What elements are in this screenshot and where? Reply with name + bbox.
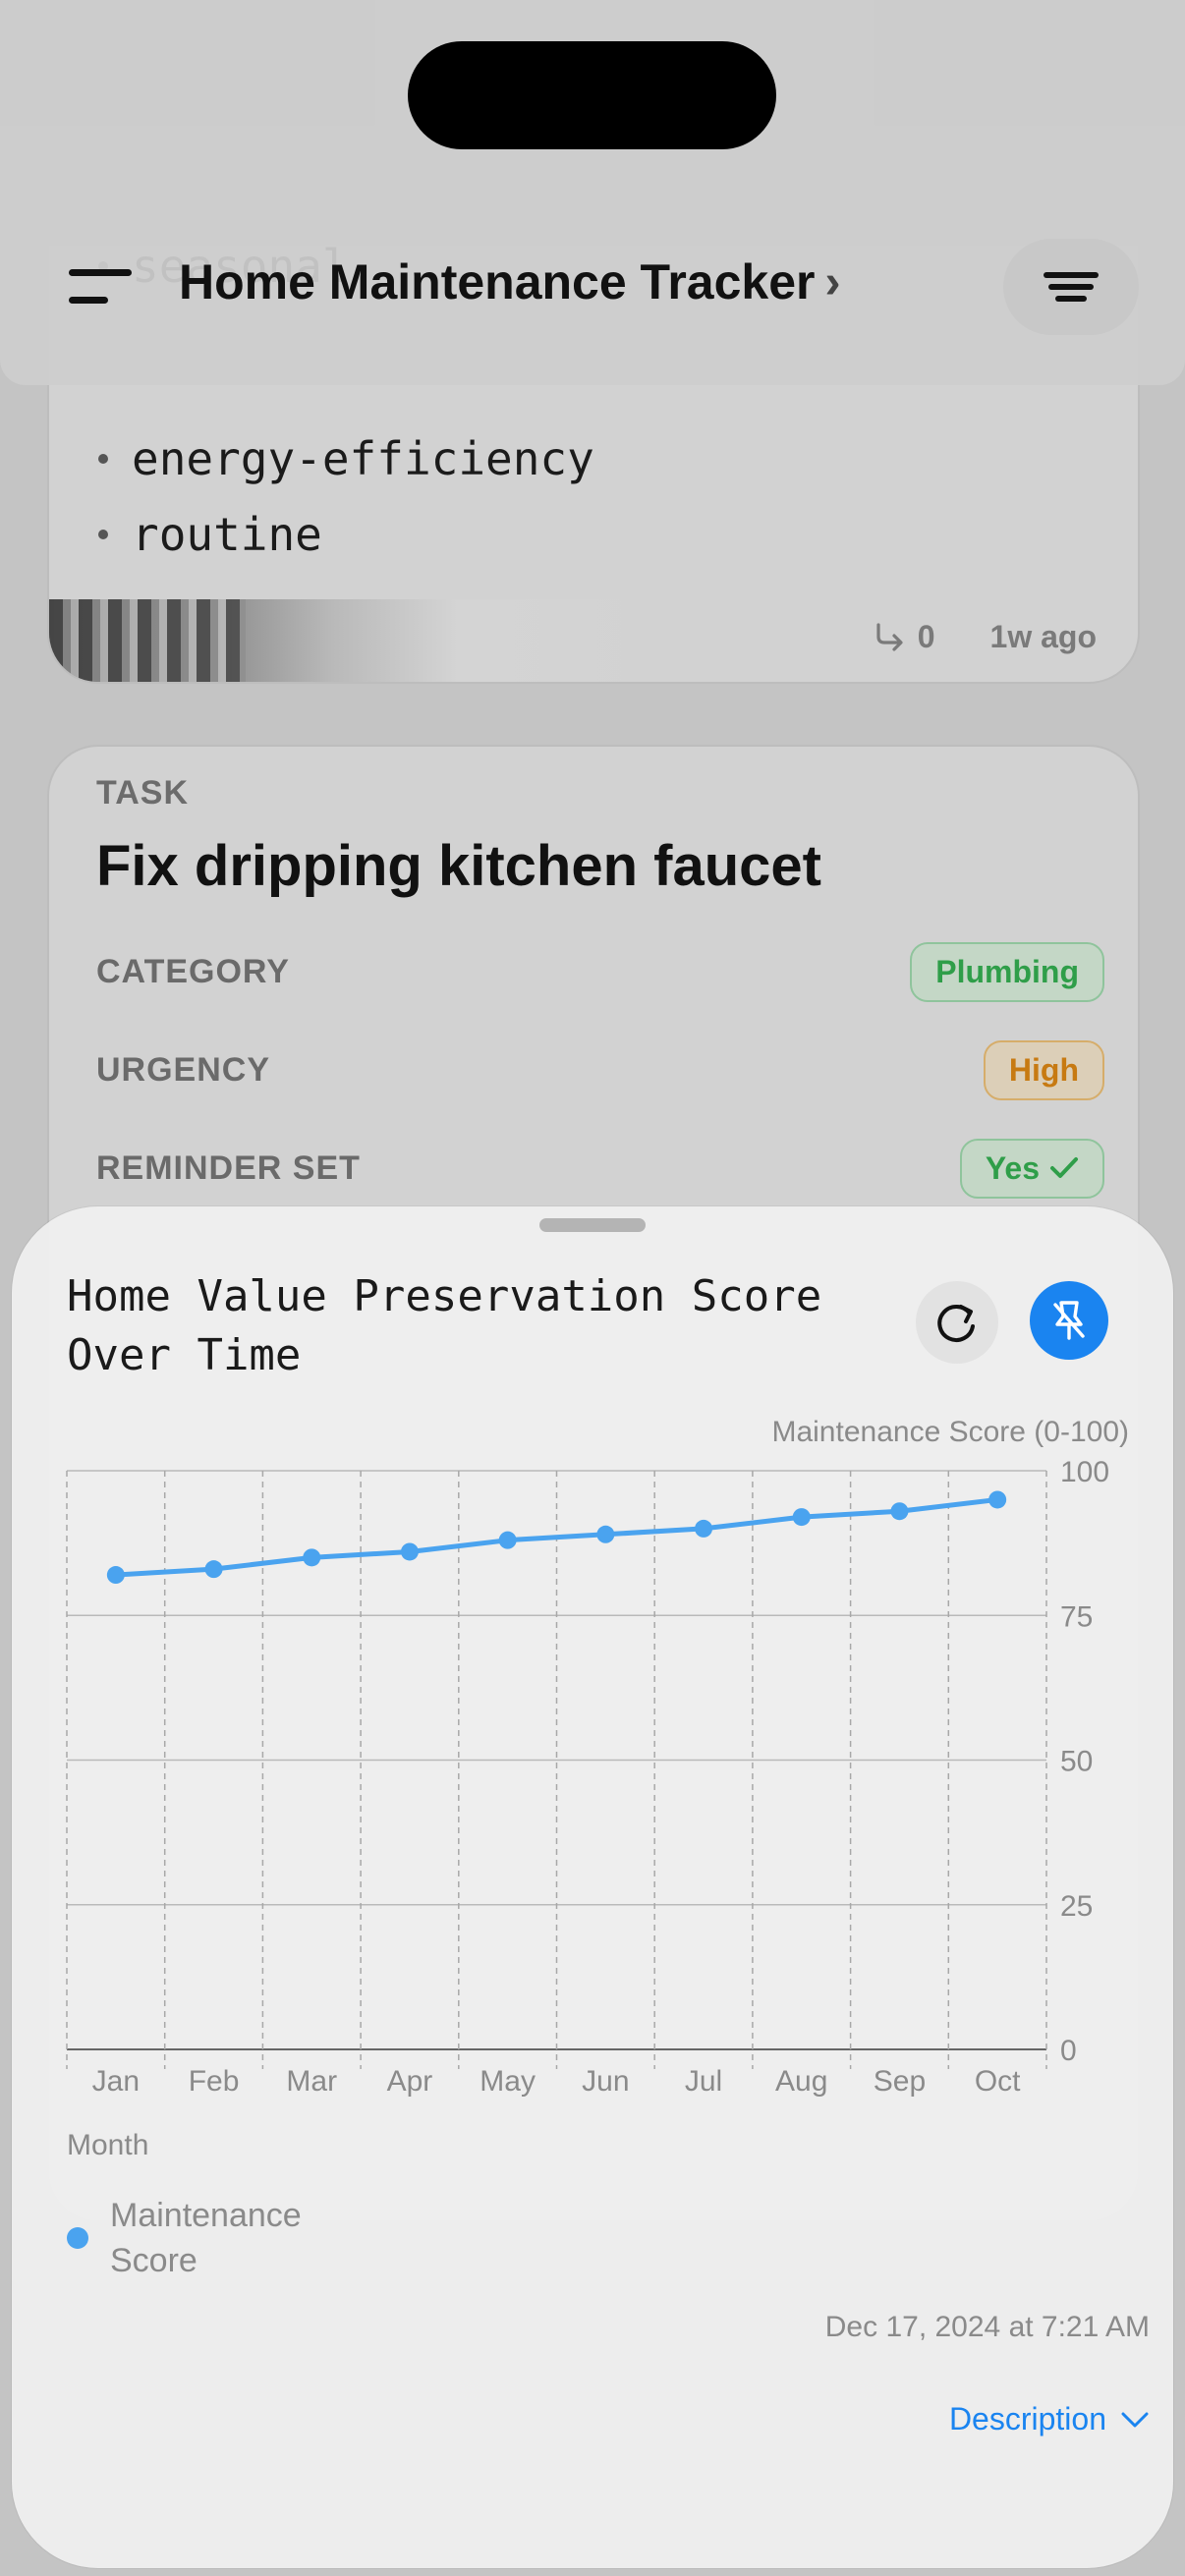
card-footer: 0 1w ago — [49, 599, 1138, 682]
description-toggle[interactable]: Description — [949, 2401, 1150, 2437]
field-row-reminder: REMINDER SET Yes — [96, 1136, 1104, 1201]
data-point — [890, 1502, 909, 1521]
data-point — [695, 1519, 713, 1538]
sidebar-menu-icon[interactable] — [69, 267, 132, 307]
x-tick-label: Feb — [189, 2065, 240, 2098]
chart-legend[interactable]: Maintenance Score — [67, 2193, 326, 2283]
data-point — [498, 1531, 517, 1549]
x-tick-label: Jun — [582, 2065, 629, 2098]
data-point — [303, 1548, 321, 1567]
y-tick-label: 25 — [1060, 1890, 1093, 1923]
y-tick-label: 100 — [1060, 1456, 1109, 1488]
field-row-category: CATEGORY Plumbing — [96, 939, 1104, 1004]
data-point — [988, 1490, 1007, 1509]
dynamic-island — [408, 41, 776, 149]
card-type-label: TASK — [96, 774, 190, 812]
chart-timestamp: Dec 17, 2024 at 7:21 AM — [824, 2311, 1150, 2343]
post-age: 1w ago — [989, 619, 1097, 654]
share-count[interactable]: 0 — [873, 619, 935, 655]
x-tick-label: Sep — [874, 2065, 926, 2098]
urgency-badge: High — [983, 1039, 1104, 1100]
x-tick-label: Aug — [775, 2065, 827, 2098]
x-axis-title: Month — [67, 2129, 148, 2161]
x-tick-label: Oct — [975, 2065, 1021, 2098]
chevron-right-icon: › — [824, 255, 841, 308]
y-tick-label: 0 — [1060, 2035, 1077, 2067]
x-tick-label: May — [480, 2065, 536, 2098]
card-thumbnail-image — [49, 599, 678, 682]
data-point — [792, 1508, 811, 1527]
y-axis-title: Maintenance Score (0-100) — [771, 1416, 1129, 1448]
legend-swatch — [67, 2227, 88, 2249]
chart-detail-sheet: Home Value Preservation Score Over Time … — [12, 1206, 1173, 2568]
reminder-badge: Yes — [959, 1138, 1104, 1199]
legend-label: Maintenance Score — [110, 2197, 302, 2279]
y-tick-label: 75 — [1060, 1600, 1093, 1633]
task-title: Fix dripping kitchen faucet — [96, 834, 821, 898]
chevron-down-icon — [1121, 2412, 1149, 2427]
data-point — [400, 1542, 419, 1561]
data-point — [204, 1560, 223, 1579]
checkmark-icon — [1050, 1157, 1078, 1178]
series-line — [113, 1496, 1000, 1578]
field-row-urgency: URGENCY High — [96, 1037, 1104, 1102]
category-badge: Plumbing — [910, 941, 1104, 1002]
share-arrow-icon — [876, 622, 903, 651]
top-navigation-bar: Home Maintenance Tracker › — [0, 0, 1185, 385]
tag-item: routine — [98, 508, 322, 561]
filter-button[interactable] — [1003, 239, 1139, 335]
tag-item: energy-efficiency — [98, 432, 594, 485]
app-title[interactable]: Home Maintenance Tracker › — [179, 253, 840, 310]
x-tick-label: Jul — [685, 2065, 722, 2098]
x-tick-label: Apr — [387, 2065, 433, 2098]
data-point — [596, 1525, 615, 1543]
line-chart: Maintenance Score (0-100) 0 25 50 75 100 Jan Fe… — [66, 1416, 1129, 2161]
y-tick-label: 50 — [1060, 1746, 1093, 1778]
x-tick-label: Jan — [92, 2065, 140, 2098]
data-point — [106, 1566, 125, 1585]
x-tick-label: Mar — [286, 2065, 337, 2098]
